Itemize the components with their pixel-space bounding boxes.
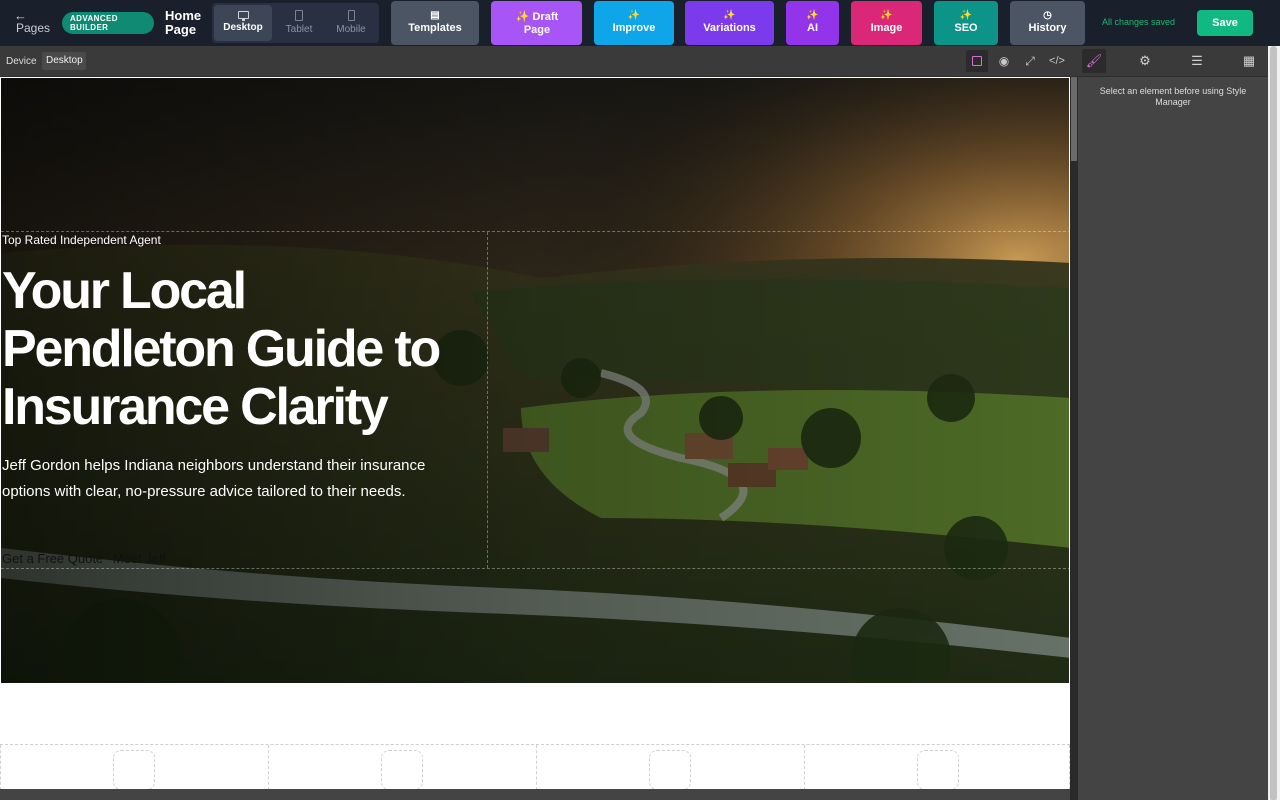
style-manager-message: Select an element before using Style Man…	[1099, 86, 1247, 107]
page-title: Home Page	[165, 8, 202, 37]
device-desktop-button[interactable]: Desktop	[214, 5, 272, 41]
variations-button[interactable]: ✨ Variations	[685, 1, 774, 45]
page-frame: Top Rated Independent Agent Your Local P…	[0, 77, 1070, 789]
top-toolbar: ← Pages ADVANCED BUILDER Home Page Deskt…	[0, 0, 1280, 46]
feature-card[interactable]	[0, 745, 268, 789]
panel-tabs: 🖌 ⚙ ☰ ▦	[1078, 46, 1268, 77]
gear-icon: ⚙	[1139, 53, 1151, 68]
canvas-scrollbar[interactable]	[1070, 77, 1078, 800]
feature-card[interactable]	[804, 745, 1070, 789]
device-label: Device	[6, 56, 37, 67]
layers-tab[interactable]: ☰	[1185, 49, 1209, 73]
device-switcher: Desktop Tablet Mobile	[212, 3, 379, 43]
feature-card[interactable]	[268, 745, 536, 789]
hero-cta-row: Get a Free Quote Meet Jeff	[2, 551, 172, 566]
button-label: Templates	[408, 22, 462, 34]
sparkle-icon: ✨	[723, 10, 736, 21]
image-button[interactable]: ✨ Image	[851, 1, 922, 45]
button-label: Improve	[612, 22, 656, 34]
style-manager-tab[interactable]: 🖌	[1082, 49, 1106, 73]
device-label: Mobile	[336, 24, 366, 35]
device-tablet-button[interactable]: Tablet	[274, 5, 324, 41]
hero-headline: Your Local Pendleton Guide to Insurance …	[2, 262, 441, 436]
style-manager-panel: 🖌 ⚙ ☰ ▦ Select an element before using S…	[1078, 46, 1268, 800]
fullscreen-icon: ⤢	[1025, 54, 1035, 68]
eye-icon: ◉	[998, 54, 1010, 68]
templates-button[interactable]: ▤ Templates	[391, 1, 479, 45]
advanced-builder-badge: ADVANCED BUILDER	[62, 12, 154, 34]
history-button[interactable]: ◷ History	[1010, 1, 1085, 45]
editor-canvas: Top Rated Independent Agent Your Local P…	[0, 77, 1078, 800]
hero-subtext: Jeff Gordon helps Indiana neighbors unde…	[2, 457, 426, 500]
ai-button[interactable]: ✨ AI	[786, 1, 839, 45]
back-label: Pages	[16, 21, 51, 35]
fullscreen-button[interactable]: ⤢	[1019, 50, 1041, 72]
feature-card[interactable]	[536, 745, 804, 789]
get-quote-link[interactable]: Get a Free Quote	[2, 551, 103, 566]
canvas-horizontal-bar	[0, 789, 1070, 800]
grid-icon: ▦	[1242, 53, 1256, 68]
document-icon: ▤	[430, 10, 440, 21]
button-label: ✨ Draft Page	[515, 11, 559, 36]
clock-icon: ◷	[1043, 10, 1052, 21]
menu-icon: ☰	[1191, 53, 1203, 68]
paint-brush-icon: 🖌	[1085, 53, 1103, 68]
square-outline-icon	[972, 56, 982, 66]
hero-section[interactable]: Top Rated Independent Agent Your Local P…	[0, 77, 1070, 684]
canvas-scroll-thumb[interactable]	[1071, 77, 1077, 161]
hero-content-row: Top Rated Independent Agent Your Local P…	[1, 231, 1069, 569]
device-select[interactable]: Desktop	[42, 52, 86, 70]
canvas-actions: ◉ ⤢ </>	[966, 50, 1072, 72]
page-scrollbar[interactable]	[1268, 46, 1280, 800]
button-label: Image	[870, 22, 903, 34]
feature-icon-placeholder	[917, 750, 959, 789]
monitor-icon	[237, 11, 249, 21]
canvas-toolbar: Device Desktop ◉ ⤢ </>	[0, 46, 1078, 77]
features-row	[0, 744, 1070, 789]
settings-tab[interactable]: ⚙	[1133, 49, 1157, 73]
mobile-icon	[347, 10, 355, 21]
button-label: SEO	[954, 22, 978, 34]
feature-icon-placeholder	[113, 750, 155, 789]
meet-jeff-link[interactable]: Meet Jeff	[113, 551, 166, 566]
sparkle-icon: ✨	[627, 10, 641, 21]
outline-toggle-button[interactable]	[966, 50, 988, 72]
tablet-icon	[295, 10, 303, 21]
hero-eyebrow: Top Rated Independent Agent	[2, 233, 161, 247]
button-label: History	[1028, 22, 1067, 34]
page-scroll-thumb[interactable]	[1270, 46, 1277, 800]
device-mobile-button[interactable]: Mobile	[326, 5, 376, 41]
feature-icon-placeholder	[381, 750, 423, 789]
button-label: AI	[807, 22, 818, 34]
button-label: Variations	[703, 22, 756, 34]
feature-icon-placeholder	[649, 750, 691, 789]
blocks-tab[interactable]: ▦	[1237, 49, 1261, 73]
draft-page-button[interactable]: ✨ Draft Page	[491, 1, 582, 45]
sparkle-icon: ✨	[806, 10, 819, 21]
device-label: Tablet	[285, 24, 313, 35]
device-label: Desktop	[223, 22, 263, 33]
sparkle-icon: ✨	[880, 10, 893, 21]
hero-text-column: Top Rated Independent Agent Your Local P…	[1, 232, 488, 568]
code-icon: </>	[1049, 55, 1065, 67]
seo-button[interactable]: ✨ SEO	[934, 1, 998, 45]
preview-button[interactable]: ◉	[993, 50, 1015, 72]
code-view-button[interactable]: </>	[1046, 50, 1068, 72]
save-status: All changes saved	[1102, 17, 1176, 27]
back-to-pages-button[interactable]: ← Pages	[8, 9, 56, 39]
sparkle-icon: ✨	[959, 10, 973, 21]
improve-button[interactable]: ✨ Improve	[594, 1, 674, 45]
save-button[interactable]: Save	[1197, 10, 1253, 36]
